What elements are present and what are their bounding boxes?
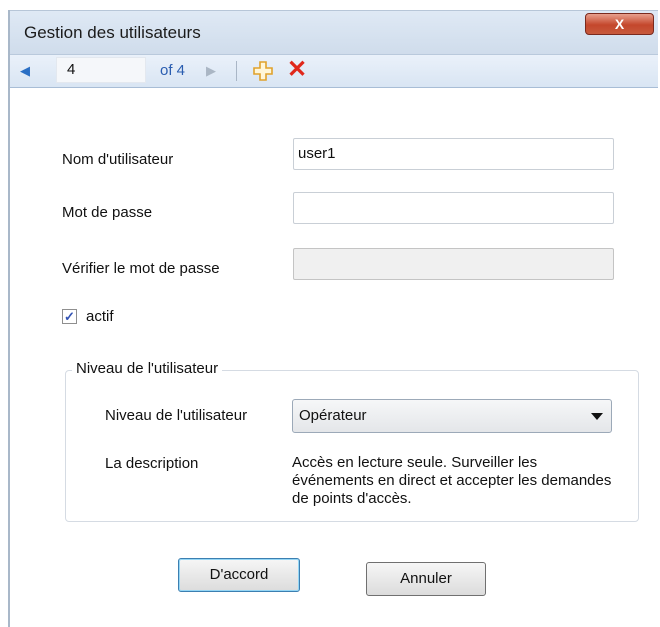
navigator-toolbar: ◀ 4 of 4 ▶ ✕ bbox=[10, 54, 658, 88]
user-level-select[interactable]: Opérateur bbox=[292, 399, 612, 433]
record-count-label: of 4 bbox=[160, 62, 186, 79]
verify-password-field bbox=[293, 248, 614, 280]
toolbar-separator bbox=[236, 61, 237, 81]
description-text: Accès en lecture seule. Surveiller les é… bbox=[292, 454, 612, 507]
record-position-input[interactable]: 4 bbox=[56, 57, 146, 83]
user-level-selected-value: Opérateur bbox=[299, 407, 367, 424]
next-record-icon[interactable]: ▶ bbox=[206, 63, 216, 79]
verify-password-label: Vérifier le mot de passe bbox=[62, 260, 220, 277]
ok-button[interactable]: D'accord bbox=[178, 558, 300, 592]
password-label: Mot de passe bbox=[62, 204, 153, 221]
user-level-group-legend: Niveau de l'utilisateur bbox=[72, 360, 223, 377]
close-button[interactable]: X bbox=[585, 13, 654, 35]
previous-record-icon[interactable]: ◀ bbox=[20, 63, 30, 79]
user-level-label: Niveau de l'utilisateur bbox=[105, 407, 248, 424]
description-label: La description bbox=[105, 455, 199, 472]
active-checkbox[interactable]: ✓ bbox=[62, 309, 77, 324]
username-label: Nom d'utilisateur bbox=[62, 151, 174, 168]
chevron-down-icon bbox=[591, 413, 603, 420]
close-icon: X bbox=[614, 16, 625, 32]
password-field[interactable] bbox=[293, 192, 614, 224]
cancel-button[interactable]: Annuler bbox=[366, 562, 486, 596]
dialog-window: Gestion des utilisateurs X ◀ 4 of 4 ▶ ✕ … bbox=[8, 10, 658, 627]
add-record-icon[interactable] bbox=[253, 61, 273, 81]
username-field[interactable]: user1 bbox=[293, 138, 614, 170]
active-label: actif bbox=[86, 308, 114, 325]
delete-record-icon[interactable]: ✕ bbox=[287, 57, 307, 83]
window-title: Gestion des utilisateurs bbox=[24, 23, 201, 42]
title-bar: Gestion des utilisateurs X bbox=[10, 10, 658, 55]
